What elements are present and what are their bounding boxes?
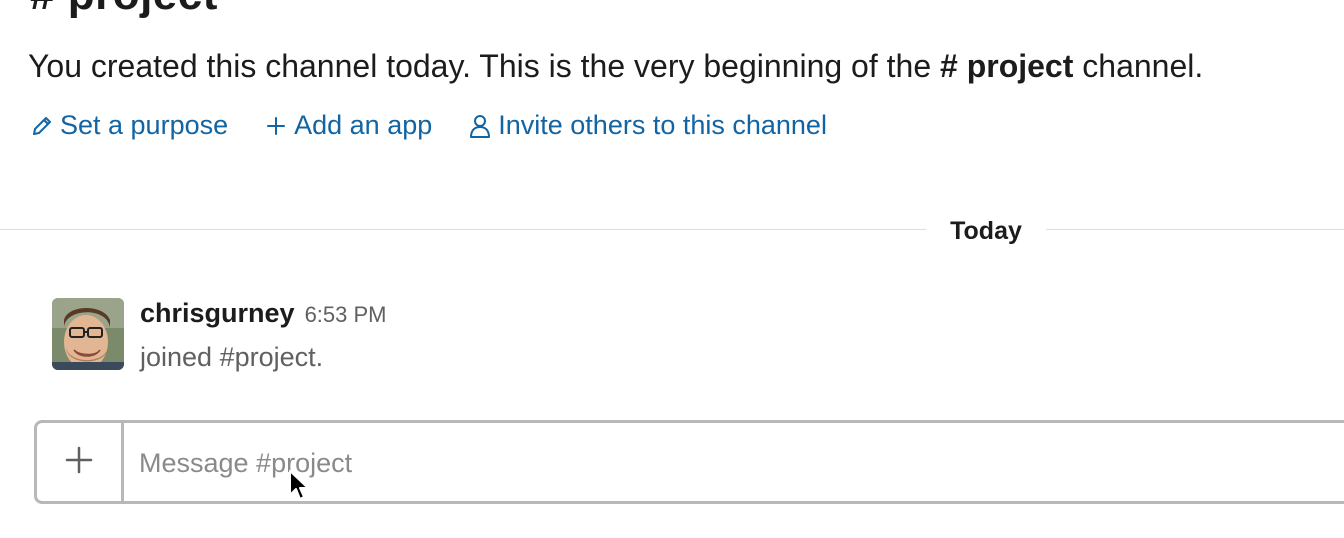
message-timestamp[interactable]: 6:53 PM bbox=[305, 302, 387, 328]
set-purpose-label: Set a purpose bbox=[60, 110, 229, 140]
channel-intro-text: You created this channel today. This is … bbox=[28, 48, 1203, 85]
plus-icon bbox=[64, 445, 94, 480]
person-icon bbox=[468, 113, 492, 139]
mouse-pointer-icon bbox=[289, 470, 311, 509]
avatar[interactable] bbox=[52, 298, 124, 370]
channel-mention-name: project bbox=[966, 48, 1074, 84]
message-username[interactable]: chrisgurney bbox=[140, 298, 295, 329]
channel-mention[interactable]: # project bbox=[940, 48, 1073, 84]
add-app-link[interactable]: Add an app bbox=[264, 110, 432, 141]
message-composer bbox=[34, 420, 1344, 504]
day-divider-label[interactable]: Today bbox=[926, 214, 1046, 248]
day-divider bbox=[0, 229, 1344, 230]
message-header: chrisgurney 6:53 PM bbox=[140, 298, 387, 329]
pencil-icon bbox=[30, 114, 54, 138]
intro-text-after: channel. bbox=[1073, 48, 1204, 84]
plus-icon bbox=[264, 114, 288, 138]
invite-others-label: Invite others to this channel bbox=[498, 110, 827, 140]
channel-title: # project bbox=[30, 0, 218, 20]
channel-hash: # bbox=[940, 48, 958, 84]
channel-actions: Set a purpose Add an app Invite others t… bbox=[30, 110, 827, 141]
invite-others-link[interactable]: Invite others to this channel bbox=[468, 110, 827, 141]
add-app-label: Add an app bbox=[294, 110, 433, 140]
set-purpose-link[interactable]: Set a purpose bbox=[30, 110, 228, 141]
message-text: joined #project. bbox=[140, 342, 324, 372]
intro-text-before: You created this channel today. This is … bbox=[28, 48, 940, 84]
attach-button[interactable] bbox=[37, 423, 124, 501]
